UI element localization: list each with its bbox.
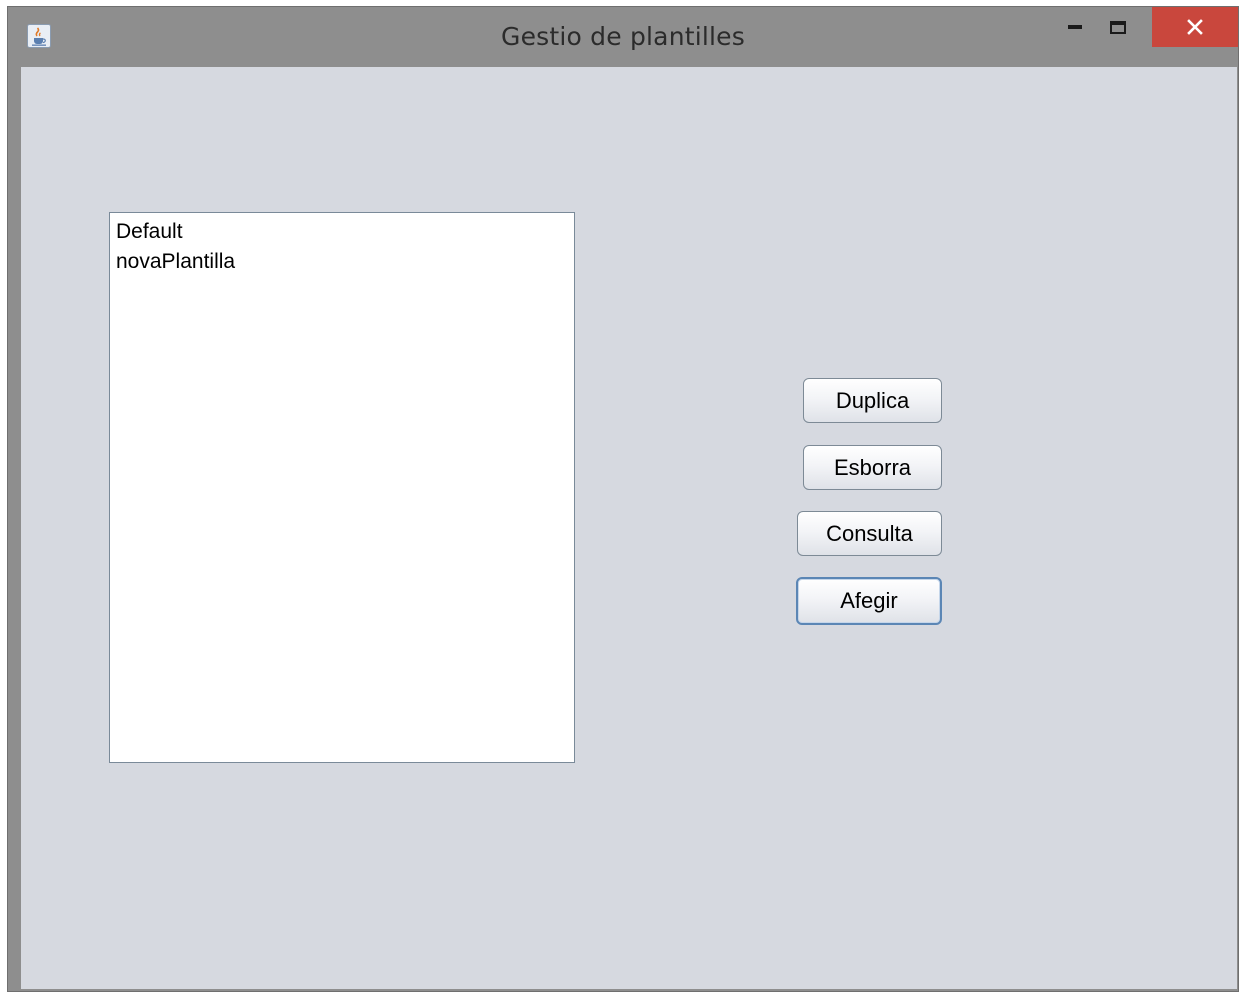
close-button[interactable] xyxy=(1152,7,1238,47)
consult-button[interactable]: Consulta xyxy=(797,511,942,556)
title-bar[interactable]: Gestio de plantilles xyxy=(8,7,1238,67)
maximize-icon xyxy=(1110,20,1126,34)
duplicate-button[interactable]: Duplica xyxy=(803,378,942,423)
list-item[interactable]: novaPlantilla xyxy=(116,247,568,277)
close-icon xyxy=(1187,19,1203,35)
client-area: Default novaPlantilla Duplica Esborra Co… xyxy=(21,67,1237,989)
minimize-button[interactable] xyxy=(1058,7,1092,47)
window-title: Gestio de plantilles xyxy=(501,22,745,51)
add-button[interactable]: Afegir xyxy=(796,577,942,625)
list-item[interactable]: Default xyxy=(116,217,568,247)
templates-list[interactable]: Default novaPlantilla xyxy=(109,212,575,763)
delete-button[interactable]: Esborra xyxy=(803,445,942,490)
maximize-button[interactable] xyxy=(1100,7,1136,47)
application-window: Gestio de plantilles Default novaPlantil… xyxy=(7,6,1239,992)
minimize-icon xyxy=(1068,25,1082,29)
